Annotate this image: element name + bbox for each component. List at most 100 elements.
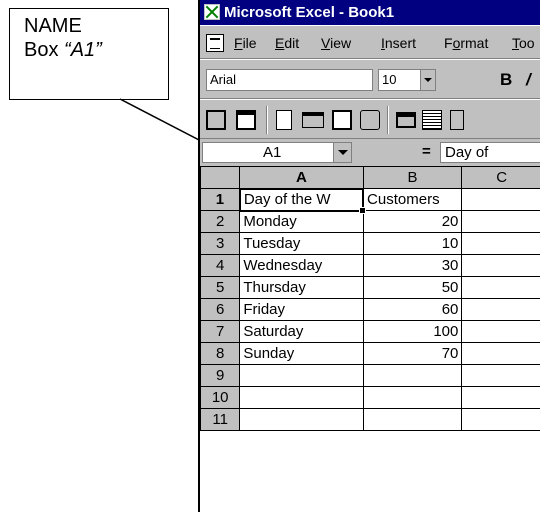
menu-view[interactable]: View — [321, 35, 351, 51]
menu-format[interactable]: Format — [444, 35, 488, 51]
cell-b[interactable] — [362, 408, 463, 431]
open-folder-icon[interactable] — [302, 112, 324, 128]
cell-b[interactable]: 30 — [362, 254, 463, 277]
table-row: 11 — [200, 408, 540, 431]
cell-b[interactable] — [362, 364, 463, 387]
row-header[interactable]: 2 — [200, 210, 241, 233]
cell-c[interactable] — [461, 408, 540, 431]
row-header[interactable]: 3 — [200, 232, 241, 255]
cell-b[interactable]: 70 — [362, 342, 463, 365]
name-box[interactable]: A1 — [202, 142, 352, 163]
new-file-icon[interactable] — [276, 110, 292, 130]
cell-a[interactable]: Monday — [239, 210, 364, 233]
toolbar-separator — [266, 106, 268, 134]
name-box-value: A1 — [263, 144, 282, 161]
permission-icon[interactable] — [360, 110, 380, 130]
table-row: 3 Tuesday 10 — [200, 232, 540, 255]
table-row: 4 Wednesday 30 — [200, 254, 540, 277]
row-header[interactable]: 10 — [200, 386, 241, 409]
cell-a[interactable]: Friday — [239, 298, 364, 321]
chevron-down-icon[interactable] — [333, 143, 351, 162]
row-header[interactable]: 5 — [200, 276, 241, 299]
chevron-down-icon[interactable] — [420, 70, 435, 90]
toolbar-separator — [387, 106, 389, 134]
table-row: 1 Day of the W Customers — [200, 187, 540, 214]
edit-formula-button[interactable]: = — [422, 142, 431, 162]
cell-b[interactable]: 10 — [362, 232, 463, 255]
cell-a[interactable] — [239, 408, 364, 431]
column-header-b[interactable]: B — [362, 166, 463, 189]
cell-a[interactable] — [239, 386, 364, 409]
cell-c1[interactable] — [461, 188, 540, 211]
formatting-toolbar: Arial 10 B / — [200, 59, 540, 99]
table-row: 5 Thursday 50 — [200, 276, 540, 299]
table-row: 2 Monday 20 — [200, 210, 540, 233]
cell-c[interactable] — [461, 320, 540, 343]
window-title: Microsoft Excel - Book1 — [224, 4, 395, 21]
table-row: 7 Saturday 100 — [200, 320, 540, 343]
italic-button[interactable]: / — [526, 70, 531, 90]
cell-c[interactable] — [461, 254, 540, 277]
template-icon[interactable] — [236, 110, 256, 130]
cell-b[interactable]: 100 — [362, 320, 463, 343]
row-header[interactable]: 6 — [200, 298, 241, 321]
cell-c[interactable] — [461, 276, 540, 299]
cell-c[interactable] — [461, 386, 540, 409]
cell-a[interactable] — [239, 364, 364, 387]
row-header[interactable]: 4 — [200, 254, 241, 277]
excel-window: Microsoft Excel - Book1 File Edit View I… — [198, 0, 540, 512]
cell-a[interactable]: Thursday — [239, 276, 364, 299]
table-row: 10 — [200, 386, 540, 409]
cell-a[interactable]: Sunday — [239, 342, 364, 365]
menu-insert[interactable]: Insert — [381, 35, 416, 51]
row-header[interactable]: 9 — [200, 364, 241, 387]
row-header[interactable]: 7 — [200, 320, 241, 343]
column-header-a[interactable]: A — [239, 166, 364, 189]
cell-c[interactable] — [461, 364, 540, 387]
cell-a[interactable]: Tuesday — [239, 232, 364, 255]
bold-button[interactable]: B — [500, 70, 512, 90]
cell-c[interactable] — [461, 298, 540, 321]
menu-edit[interactable]: Edit — [275, 35, 299, 51]
menu-tools[interactable]: Too — [512, 35, 535, 51]
worksheet-table: A B C 1 Day of the W Customers 2 Monday … — [200, 166, 540, 431]
font-name-value: Arial — [210, 72, 237, 87]
formula-bar: A1 = Day of — [200, 139, 540, 166]
row-header[interactable]: 8 — [200, 342, 241, 365]
cell-b[interactable] — [362, 386, 463, 409]
cell-b[interactable]: 60 — [362, 298, 463, 321]
column-header-c[interactable]: C — [461, 166, 540, 189]
font-size-combo[interactable]: 10 — [378, 69, 436, 91]
cell-a[interactable]: Wednesday — [239, 254, 364, 277]
cell-b[interactable]: 50 — [362, 276, 463, 299]
cell-c[interactable] — [461, 342, 540, 365]
row-header[interactable]: 1 — [200, 188, 241, 211]
menu-file[interactable]: File — [234, 35, 257, 51]
title-bar: Microsoft Excel - Book1 — [200, 0, 540, 25]
font-name-combo[interactable]: Arial — [206, 69, 373, 91]
font-size-value: 10 — [382, 72, 397, 87]
print-preview-icon[interactable] — [422, 110, 442, 130]
table-row: 6 Friday 60 — [200, 298, 540, 321]
save-icon[interactable] — [332, 110, 352, 130]
cell-a[interactable]: Saturday — [239, 320, 364, 343]
document-icon[interactable] — [206, 34, 224, 52]
pdf-icon[interactable] — [206, 110, 226, 130]
menu-bar: File Edit View Insert Format Too — [200, 25, 540, 59]
row-header[interactable]: 11 — [200, 408, 241, 431]
fill-handle[interactable] — [359, 206, 367, 214]
select-all-corner[interactable] — [200, 166, 241, 189]
table-row: 8 Sunday 70 — [200, 342, 540, 365]
table-row: 9 — [200, 364, 540, 387]
cell-b1[interactable]: Customers — [362, 188, 463, 211]
worksheet-grid: A B C 1 Day of the W Customers 2 Monday … — [200, 166, 540, 512]
cell-c[interactable] — [461, 210, 540, 233]
excel-app-icon[interactable] — [204, 4, 220, 20]
formula-input[interactable]: Day of — [440, 142, 540, 163]
cell-b[interactable]: 20 — [362, 210, 463, 233]
cell-c[interactable] — [461, 232, 540, 255]
cell-a1[interactable]: Day of the W — [238, 187, 367, 214]
spelling-icon[interactable] — [450, 110, 464, 130]
standard-toolbar — [200, 99, 540, 139]
print-icon[interactable] — [396, 112, 416, 128]
